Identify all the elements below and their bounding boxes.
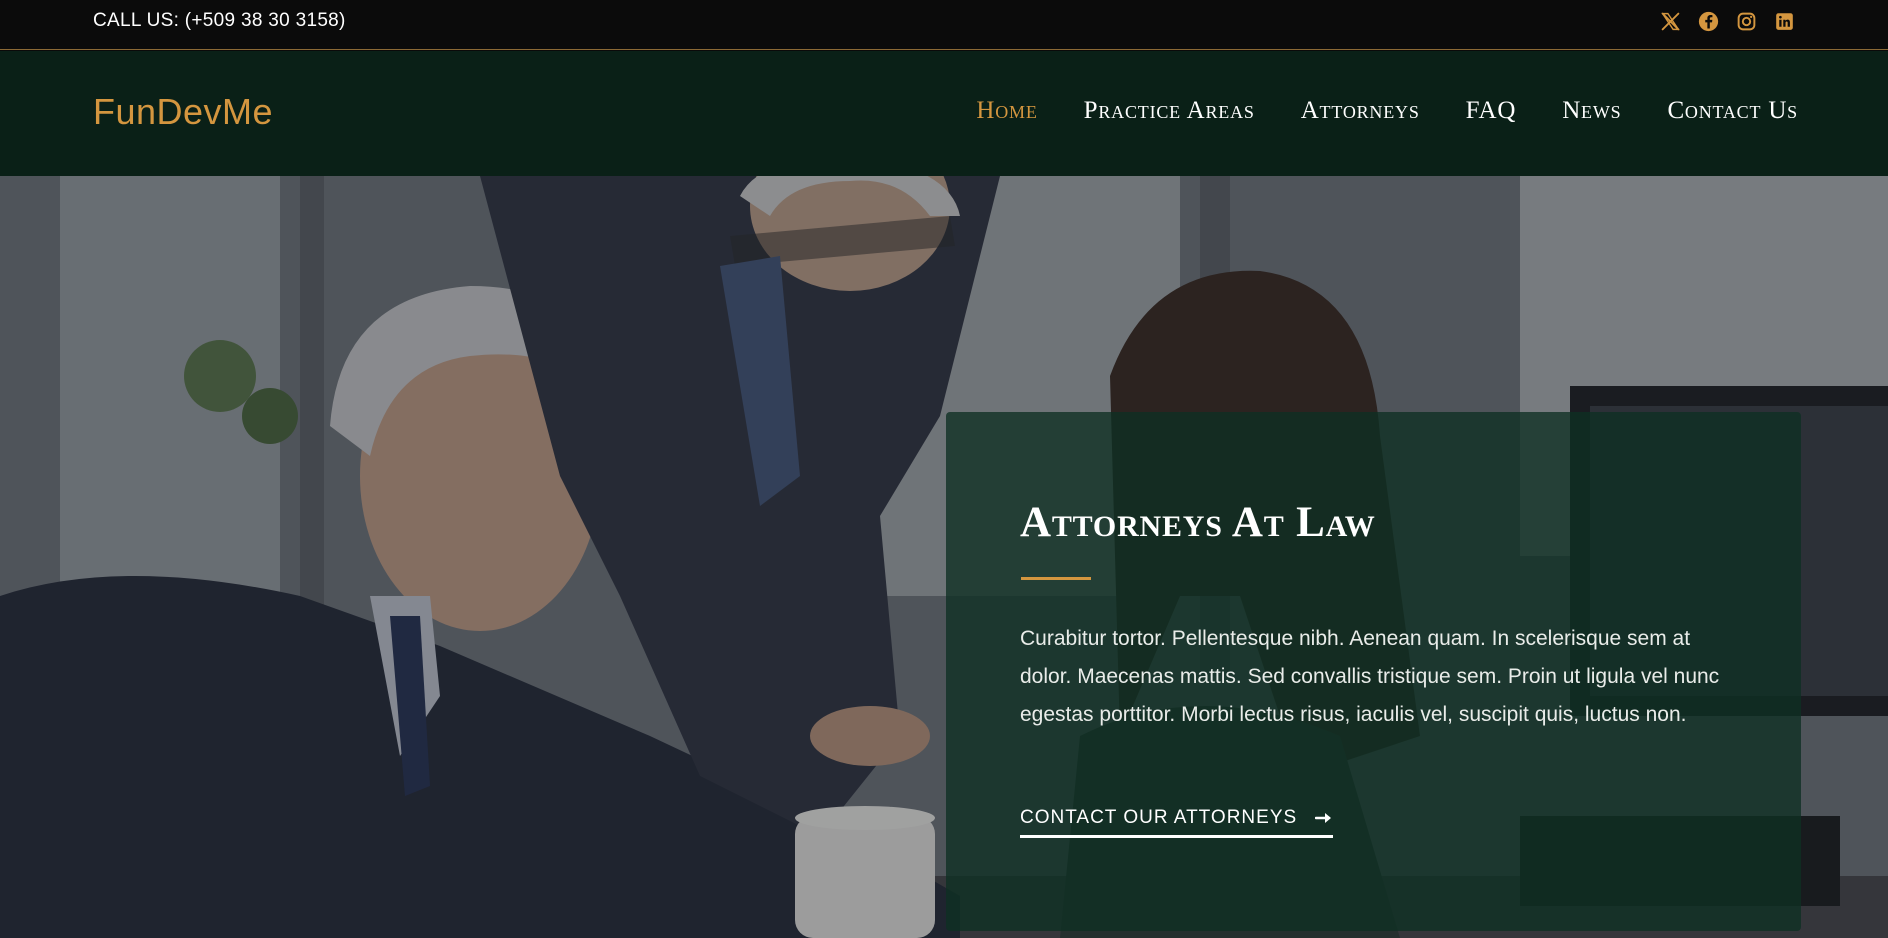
- site-logo[interactable]: FunDevMe: [93, 91, 273, 133]
- nav-faq[interactable]: FAQ: [1466, 97, 1517, 125]
- site-header: FunDevMe Home Practice Areas Attorneys F…: [0, 51, 1888, 176]
- nav-practice-areas[interactable]: Practice Areas: [1084, 97, 1255, 125]
- hero-description: Curabitur tortor. Pellentesque nibh. Aen…: [1020, 627, 1720, 726]
- hero-card: Attorneys At Law Curabitur tortor. Pelle…: [946, 412, 1801, 931]
- social-links: [1658, 9, 1796, 33]
- main-nav: Home Practice Areas Attorneys FAQ News C…: [976, 97, 1798, 125]
- top-bar: CALL US: (+509 38 30 3158): [0, 0, 1888, 50]
- x-twitter-icon[interactable]: [1658, 9, 1682, 33]
- linkedin-icon[interactable]: [1772, 9, 1796, 33]
- cta-label: CONTACT OUR ATTORNEYS: [1020, 807, 1298, 828]
- nav-news[interactable]: News: [1562, 97, 1621, 125]
- title-divider: [1021, 577, 1091, 580]
- nav-attorneys[interactable]: Attorneys: [1301, 97, 1420, 125]
- arrow-right-icon: [1315, 813, 1332, 823]
- instagram-icon[interactable]: [1734, 9, 1758, 33]
- nav-home[interactable]: Home: [976, 97, 1037, 125]
- nav-contact-us[interactable]: Contact Us: [1667, 97, 1798, 125]
- facebook-icon[interactable]: [1696, 9, 1720, 33]
- hero-title: Attorneys At Law: [1020, 499, 1376, 546]
- contact-attorneys-button[interactable]: CONTACT OUR ATTORNEYS: [1020, 807, 1334, 838]
- call-us-text: CALL US: (+509 38 30 3158): [93, 10, 346, 31]
